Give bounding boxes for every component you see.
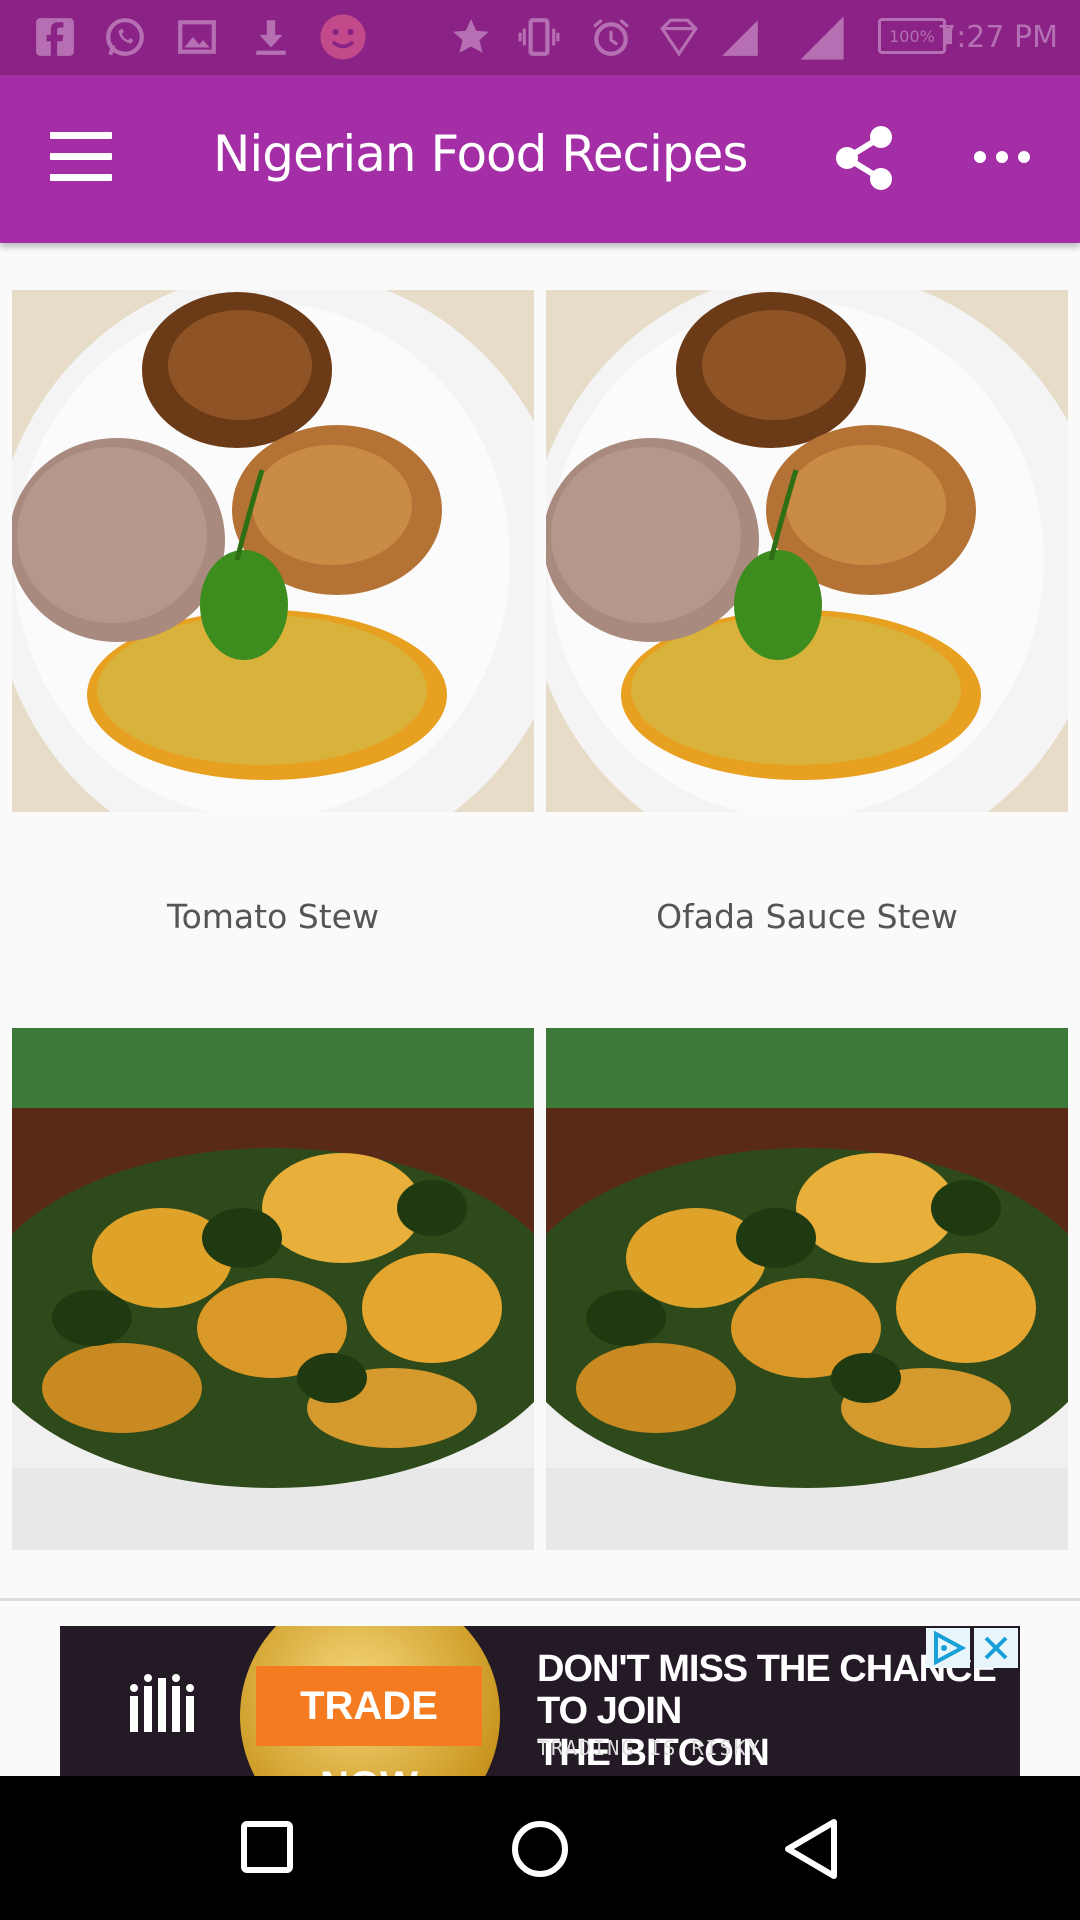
recipe-image[interactable] <box>546 290 1068 812</box>
back-icon[interactable] <box>774 1812 848 1886</box>
star-icon <box>453 19 489 53</box>
emoji-icon <box>320 14 366 60</box>
gallery-icon <box>178 20 216 54</box>
navigation-bar <box>0 1776 1080 1920</box>
cell-signal-icon <box>800 16 844 60</box>
status-bar: 100% 7:27 PM <box>0 0 1080 75</box>
signal-icon <box>660 18 698 57</box>
app-bar: Nigerian Food Recipes 2... <box>0 75 1080 243</box>
ad-disclaimer: TRADING IS RISKY <box>537 1736 762 1760</box>
battery-level: 100% <box>889 27 935 46</box>
share-icon[interactable] <box>835 125 895 191</box>
recipe-image[interactable] <box>546 1028 1068 1550</box>
page-title: Nigerian Food Recipes 2... <box>213 125 753 183</box>
ad-banner[interactable]: TRADE NOW DON'T MISS THE CHANCE TO JOIN … <box>60 1626 1020 1776</box>
adchoices-icon[interactable] <box>926 1628 970 1668</box>
whatsapp-icon <box>106 18 144 56</box>
cell-signal-icon <box>722 20 758 56</box>
recipe-label[interactable]: Ofada Sauce Stew <box>546 897 1068 936</box>
recipe-image[interactable] <box>12 1028 534 1550</box>
recents-icon[interactable] <box>232 1812 306 1886</box>
broker-logo-icon <box>130 1674 194 1732</box>
download-icon <box>256 20 286 55</box>
vibrate-icon <box>518 18 560 56</box>
close-icon[interactable] <box>974 1628 1018 1668</box>
divider <box>0 1598 1080 1601</box>
battery-icon: 100% <box>878 18 946 54</box>
home-icon[interactable] <box>503 1812 577 1886</box>
recipe-label[interactable]: Tomato Stew <box>12 897 534 936</box>
trade-now-button[interactable]: TRADE NOW <box>256 1666 482 1776</box>
facebook-icon <box>36 18 74 56</box>
alarm-icon <box>593 19 629 56</box>
menu-icon[interactable] <box>50 132 112 182</box>
status-time: 7:27 PM <box>937 20 1058 55</box>
more-icon[interactable] <box>972 145 1032 169</box>
recipe-image[interactable] <box>12 290 534 812</box>
